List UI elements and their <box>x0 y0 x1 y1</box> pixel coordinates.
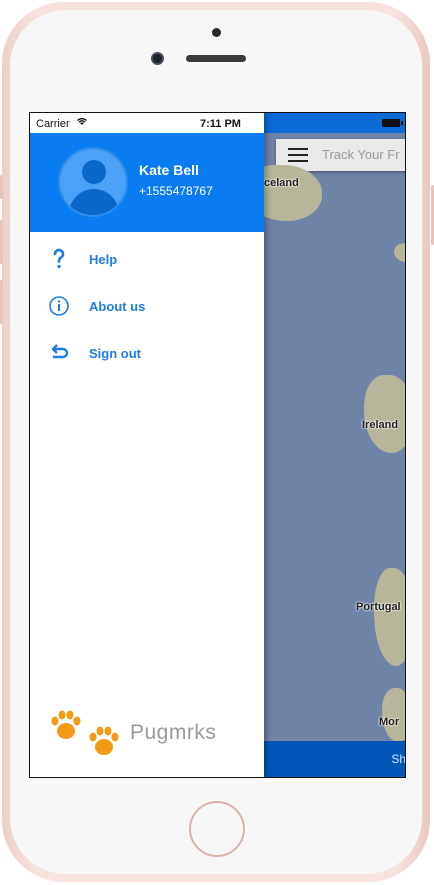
map-land <box>374 568 405 666</box>
map-status-bar <box>264 113 405 133</box>
sign-out-icon <box>51 344 69 359</box>
profile-header[interactable]: Kate Bell +1555478767 <box>30 133 264 232</box>
map-place-label: Mor <box>379 716 400 728</box>
menu-item-label: Sign out <box>89 346 141 361</box>
brand-name: Pugmrks <box>130 721 217 744</box>
carrier-label: Carrier <box>36 118 70 130</box>
map-bottom-bar[interactable]: Sh <box>264 741 405 777</box>
map-view[interactable]: Track Your Fr celand Ireland Portugal Mo… <box>264 113 405 777</box>
avatar-body <box>69 189 119 215</box>
info-icon <box>49 296 69 316</box>
brand-logo: Pugmrks <box>48 707 248 763</box>
map-place-label: Portugal <box>356 601 401 613</box>
volume-up-button <box>0 220 3 264</box>
menu-item-label: About us <box>89 299 146 314</box>
menu-item-about-us[interactable]: About us <box>30 287 264 327</box>
app-screen: Track Your Fr celand Ireland Portugal Mo… <box>29 112 406 778</box>
menu-item-label: Help <box>89 252 118 267</box>
profile-phone: +1555478767 <box>139 184 213 198</box>
front-camera <box>151 52 164 65</box>
profile-name: Kate Bell <box>139 162 199 178</box>
map-bottom-button-label[interactable]: Sh <box>391 752 405 766</box>
menu-item-help[interactable]: Help <box>30 240 264 280</box>
avatar[interactable] <box>58 147 128 217</box>
map-land <box>364 375 405 453</box>
volume-down-button <box>0 280 3 324</box>
map-place-label: Ireland <box>362 419 399 431</box>
status-bar: Carrier 7:11 PM <box>30 113 264 133</box>
hamburger-menu-icon[interactable] <box>288 148 308 162</box>
paw-icon <box>51 710 81 739</box>
earpiece-speaker <box>186 55 246 62</box>
home-button[interactable] <box>189 801 245 857</box>
map-land <box>264 165 322 221</box>
question-icon <box>53 248 65 269</box>
wifi-icon <box>77 118 87 125</box>
map-place-label: celand <box>264 177 299 189</box>
side-drawer: Carrier 7:11 PM Kate Bell +1555478767 He… <box>30 113 264 777</box>
map-land <box>394 243 405 263</box>
battery-icon <box>382 119 403 127</box>
avatar-head <box>82 160 106 184</box>
map-search-placeholder[interactable]: Track Your Fr <box>322 147 400 162</box>
mute-switch <box>0 175 3 199</box>
status-time: 7:11 PM <box>200 118 241 130</box>
menu-item-sign-out[interactable]: Sign out <box>30 334 264 374</box>
map-land <box>382 688 405 742</box>
paw-icon <box>89 726 119 755</box>
proximity-sensor <box>212 28 221 37</box>
